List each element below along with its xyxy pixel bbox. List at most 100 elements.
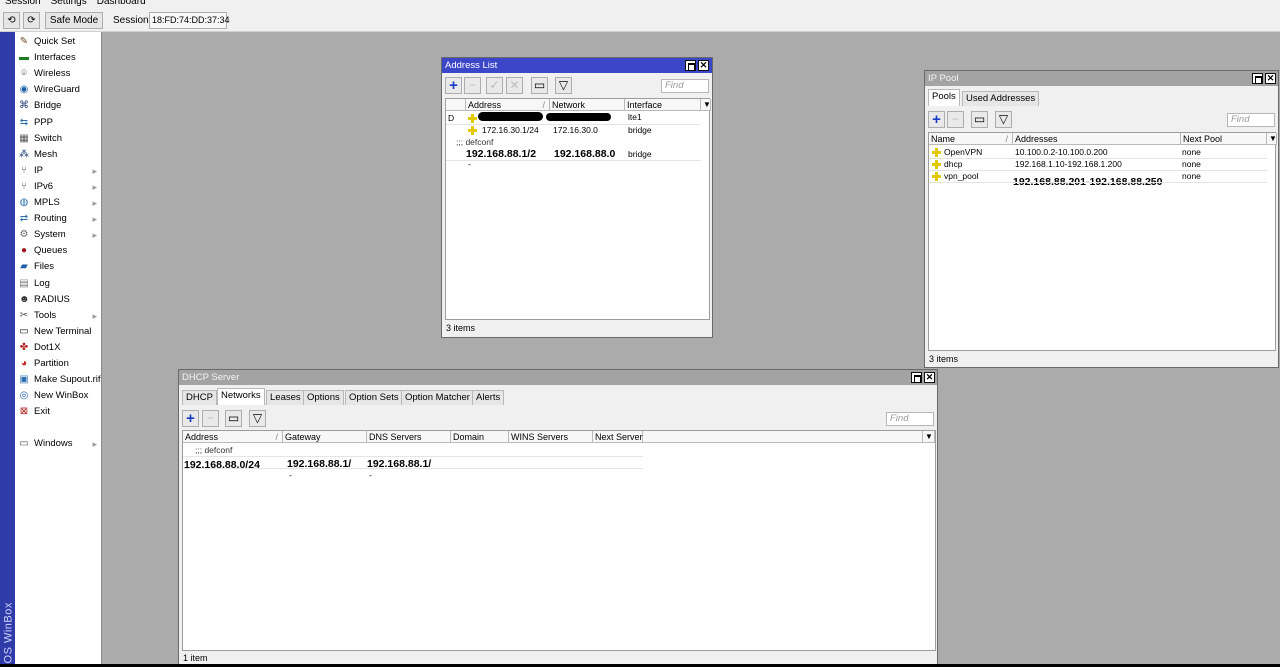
tab-pools[interactable]: Pools (928, 89, 960, 106)
sidebar-item-windows[interactable]: ▭ Windows ▸ (15, 436, 101, 452)
sidebar-item-wireguard[interactable]: ◉ WireGuard (15, 82, 101, 98)
sidebar-item-ipv6[interactable]: ⑂ IPv6 ▸ (15, 179, 101, 195)
filter-icon[interactable]: ▽ (249, 410, 266, 427)
maximize-icon[interactable] (911, 372, 922, 383)
exit-icon: ⊠ (19, 406, 29, 418)
menu-dashboard[interactable]: Dashboard (92, 0, 151, 9)
sidebar-item-mpls[interactable]: ◍ MPLS ▸ (15, 195, 101, 211)
tab-dhcp[interactable]: DHCP (182, 390, 217, 405)
address-list-title[interactable]: Address List (442, 58, 712, 73)
submenu-arrow-icon: ▸ (92, 165, 97, 176)
pool-addresses: 192.168.1.10-192.168.1.200 (1015, 159, 1122, 169)
sidebar-item-switch[interactable]: ▦ Switch (15, 131, 101, 147)
tab-leases[interactable]: Leases (266, 390, 305, 405)
sidebar-item-dot1x[interactable]: ✤ Dot1X (15, 340, 101, 356)
column-header[interactable]: Gateway (283, 431, 367, 443)
sidebar-item-wireless[interactable]: ⌾ Wireless (15, 66, 101, 82)
tab-options[interactable]: Options (303, 390, 344, 405)
sidebar-item-label: Routing (34, 213, 67, 225)
comment-button[interactable]: ▭ (225, 410, 242, 427)
sidebar-item-ip[interactable]: ⑂ IP ▸ (15, 163, 101, 179)
sidebar-item-log[interactable]: ▤ Log (15, 276, 101, 292)
row-interface: bridge (628, 149, 652, 159)
ip-pool-title[interactable]: IP Pool (925, 71, 1278, 86)
sidebar-item-label: Files (34, 261, 55, 273)
safe-mode-button[interactable]: Safe Mode (45, 12, 103, 29)
sidebar-item-routing[interactable]: ⇄ Routing ▸ (15, 211, 101, 227)
remove-button[interactable]: − (947, 111, 964, 128)
session-field[interactable]: 18:FD:74:DD:37:34 (149, 12, 230, 29)
tools-icon: ✂ (19, 309, 29, 321)
radius-icon: ☻ (19, 293, 30, 305)
address-table: Address / Network Interface ▼ D lte1 172.… (445, 98, 711, 320)
columns-dropdown-icon[interactable]: ▼ (701, 99, 711, 111)
maximize-icon[interactable] (685, 60, 696, 71)
columns-dropdown-icon[interactable]: ▼ (1267, 133, 1277, 145)
sidebar-item-new-winbox[interactable]: ◎ New WinBox (15, 388, 101, 404)
tab-option-matcher[interactable]: Option Matcher (401, 390, 474, 405)
column-header[interactable]: Network (550, 99, 625, 111)
flag-column-header[interactable] (446, 99, 466, 111)
enable-button[interactable]: ✓ (486, 77, 503, 94)
sidebar-item-new-terminal[interactable]: ▭ New Terminal (15, 324, 101, 340)
sidebar-item-radius[interactable]: ☻ RADIUS (15, 292, 101, 308)
sidebar-item-bridge[interactable]: ⌘ Bridge (15, 98, 101, 114)
winbox-icon: ◎ (19, 390, 29, 402)
status-bar: 3 items (446, 323, 476, 333)
disable-button[interactable]: ✕ (506, 77, 523, 94)
column-header[interactable]: Address / (466, 99, 550, 111)
sidebar-item-ppp[interactable]: ⇆ PPP (15, 115, 101, 131)
menu-settings[interactable]: Settings (46, 0, 92, 9)
column-header[interactable]: Next Server (593, 431, 643, 443)
columns-dropdown-icon[interactable]: ▼ (923, 431, 935, 443)
pool-next: none (1182, 171, 1201, 181)
sidebar-item-make-supout-rif[interactable]: ▣ Make Supout.rif (15, 372, 101, 388)
mpls-icon: ◍ (19, 197, 29, 208)
column-header[interactable]: Addresses (1013, 133, 1181, 145)
filter-icon[interactable]: ▽ (555, 77, 572, 94)
sidebar-item-partition[interactable]: ◕ Partition (15, 356, 101, 372)
column-header[interactable]: Domain (451, 431, 509, 443)
tab-used-addresses[interactable]: Used Addresses (962, 91, 1040, 106)
sidebar-item-queues[interactable]: ● Queues (15, 243, 101, 259)
maximize-icon[interactable] (1252, 73, 1263, 84)
column-header[interactable]: Next Pool (1181, 133, 1267, 145)
remove-button[interactable]: − (464, 77, 481, 94)
sidebar-item-label: New Terminal (34, 325, 92, 337)
close-icon[interactable]: ✕ (924, 372, 935, 383)
redo-button[interactable]: ⟳ (23, 12, 40, 29)
undo-button[interactable]: ⟲ (3, 12, 20, 29)
comment-button[interactable]: ▭ (971, 111, 988, 128)
tab-option-sets[interactable]: Option Sets (345, 390, 403, 405)
filter-icon[interactable]: ▽ (995, 111, 1012, 128)
routing-icon: ⇄ (19, 213, 29, 225)
sidebar-item-exit[interactable]: ⊠ Exit (15, 404, 101, 420)
column-header[interactable]: DNS Servers (367, 431, 451, 443)
column-header[interactable]: Name / (929, 133, 1013, 145)
sidebar-item-files[interactable]: ▰ Files (15, 259, 101, 275)
menu-session[interactable]: Session (0, 0, 46, 9)
find-input[interactable]: Find (1227, 113, 1275, 127)
column-header[interactable]: Interface (625, 99, 701, 111)
tab-alerts[interactable]: Alerts (472, 390, 505, 405)
sidebar-item-tools[interactable]: ✂ Tools ▸ (15, 308, 101, 324)
add-button[interactable]: + (182, 410, 199, 427)
comment-button[interactable]: ▭ (531, 77, 548, 94)
queues-icon: ● (20, 245, 28, 257)
add-button[interactable]: + (928, 111, 945, 128)
column-header[interactable]: WINS Servers (509, 431, 593, 443)
sidebar-item-quick-set[interactable]: ✎ Quick Set (15, 34, 101, 50)
sidebar-item-system[interactable]: ⚙ System ▸ (15, 227, 101, 243)
find-input[interactable]: Find (661, 79, 709, 93)
remove-button[interactable]: − (202, 410, 219, 427)
column-header[interactable]: Address / (183, 431, 283, 443)
sidebar-item-interfaces[interactable]: ▬ Interfaces (15, 50, 101, 66)
close-icon[interactable]: ✕ (698, 60, 709, 71)
add-button[interactable]: + (445, 77, 462, 94)
redacted-network (546, 113, 611, 121)
sidebar-item-mesh[interactable]: ⁂ Mesh (15, 147, 101, 163)
tab-networks[interactable]: Networks (217, 388, 265, 405)
close-icon[interactable]: ✕ (1265, 73, 1276, 84)
dhcp-server-title[interactable]: DHCP Server (179, 370, 937, 385)
find-input[interactable]: Find (886, 412, 934, 426)
